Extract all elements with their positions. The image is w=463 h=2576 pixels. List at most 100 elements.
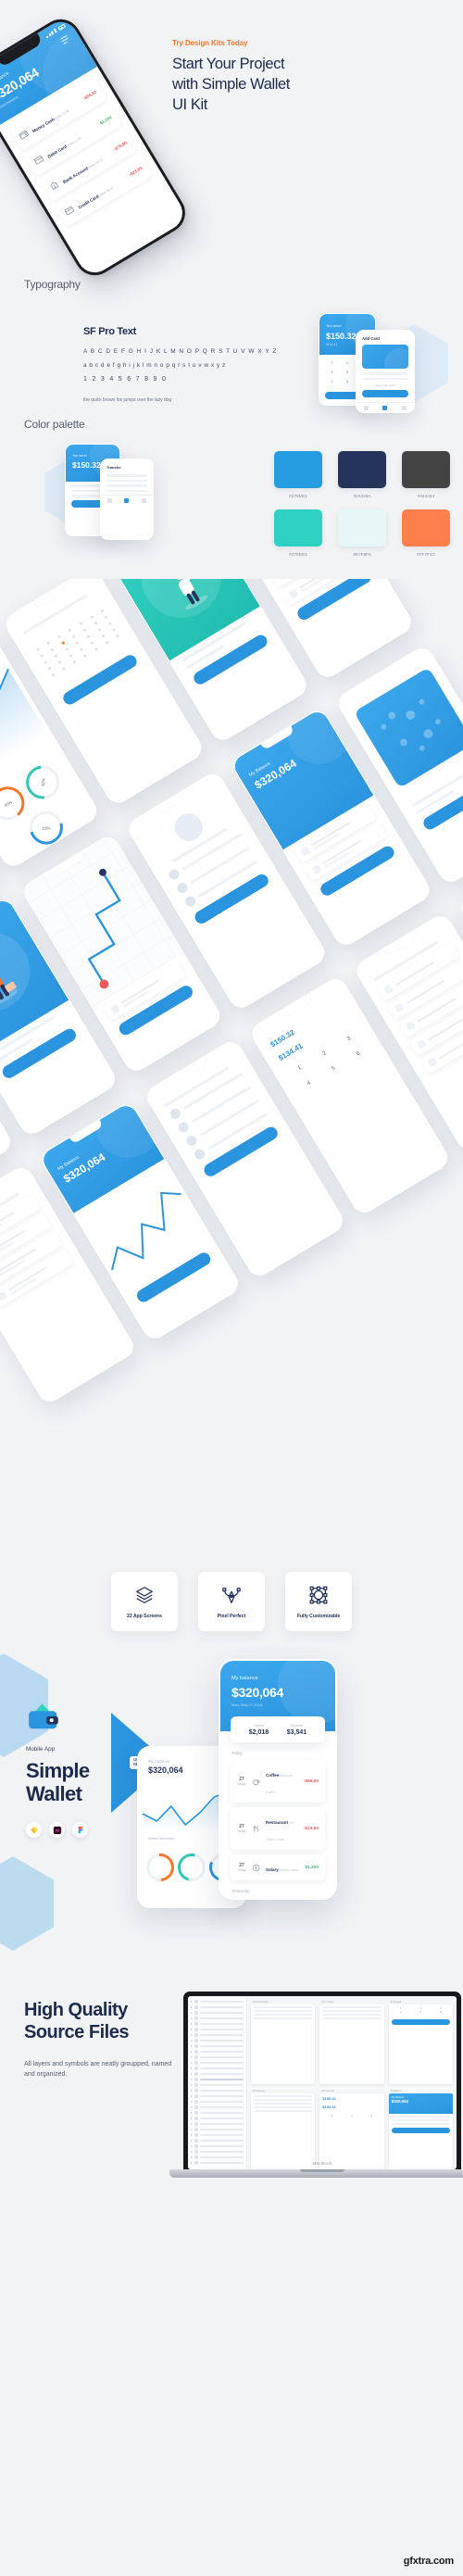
swatch[interactable]: #24345A [338,451,386,498]
ring-chart: 23% [23,805,69,851]
feature-card-screens: 22 App Screens [111,1572,178,1631]
laptop-brand-label: MacBook [312,2161,332,2166]
artboard[interactable]: 02 Contacts [319,2000,384,2084]
section-label-today: Today [232,1751,243,1755]
menu-icon[interactable] [60,34,69,45]
sketch-icon[interactable] [26,1822,42,1839]
row-name: Coffee [266,1773,280,1778]
typography-mockups: You send $150.32 €134.12 1 2 3 4 5 6 7 8… [306,313,454,413]
bank-icon [48,179,61,192]
row-name: Restaurant [266,1820,288,1825]
hexagon-decoration [0,1856,54,1951]
dot-grid [18,591,138,696]
brand-section: Mobile App Simple Wallet UI Kit Xd My ba… [0,1646,463,1966]
tab-cards-icon[interactable] [382,406,388,410]
layers-panel[interactable] [188,1996,247,2169]
converter-amount-a: $150.32 [322,2096,336,2101]
section-title-palette: Color palette [24,418,85,431]
laptop-mockup: 01 Transactions 02 Contacts 03 Keypad 12… [169,1992,463,2178]
tab-home-icon[interactable] [363,406,369,410]
artboard[interactable]: 03 Keypad 123456 [388,2000,453,2084]
key[interactable]: 8 [340,377,354,385]
feature-card-custom: Fully Customizable [285,1572,352,1631]
key[interactable]: 5 [340,368,354,376]
table-row[interactable]: 27 Today RestaurantThe Green House -$23,9… [231,1807,325,1850]
spent-label: Spent [254,1723,264,1728]
tool-icons: Xd [26,1822,137,1839]
swatch-color [402,451,450,488]
laptop-base: MacBook [169,2161,463,2178]
color-palette-section: Color palette You send $150.32 Transfer [0,412,463,579]
hero-headline: Start Your Project with Simple Wallet UI… [172,56,290,114]
feature-label: Pixel Perfect [217,1613,246,1619]
artboard[interactable]: 04 Category [251,2089,316,2169]
figma-icon[interactable] [72,1822,88,1839]
list-line [106,479,147,482]
phone-body: 9:41 My balance $320,064 Total balance M… [0,11,194,283]
key[interactable]: 2 [340,358,354,367]
item-amount: $1,200 [98,114,113,126]
artboard[interactable]: 01 Transactions [251,2000,316,2084]
swatch-hex: #279DE1 [289,552,307,557]
table-row[interactable]: 27 Today CoffeeStarbucks Coffee -$56,50 [231,1760,325,1803]
brand-kicker: Mobile App [26,1746,56,1753]
tab-bar[interactable] [101,495,153,507]
swatch[interactable]: #279DE1 [274,451,322,498]
transform-icon [308,1585,329,1605]
converter-amount-b: $134.41 [322,2105,336,2109]
phone-screen: 9:41 My balance $320,064 Total balance M… [0,15,189,280]
font-name: SF Pro Text [83,326,137,337]
scan-label: Scan Your Card [375,383,395,387]
key[interactable]: 7 [325,377,339,385]
swatch-color [338,451,386,488]
artboard[interactable]: 06 Balance My Balance $320,064 [388,2089,453,2169]
swatch[interactable]: #279DE1 [274,509,322,557]
screens-showcase-section: Security Code 1 2 3 4 5 6 7 8 9 [0,579,463,1561]
svg-text:Xd: Xd [55,1828,60,1832]
list-line [106,489,147,492]
tab-home-icon[interactable] [106,498,112,503]
key[interactable]: 1 [325,358,339,367]
ui-kit-presentation-page: 9:41 My balance $320,064 Total balance M… [0,0,463,2576]
coffee-icon [252,1778,260,1786]
isometric-screens-grid: Security Code 1 2 3 4 5 6 7 8 9 [0,579,463,1561]
feature-label: Fully Customizable [296,1613,341,1619]
artboard[interactable]: 05 Converter $150.32 $134.41 123 [319,2089,384,2169]
watermark: gfxtra.com [403,2556,454,2567]
income-label: Income [290,1723,304,1728]
card-icon [63,205,76,218]
artboard-canvas[interactable]: 01 Transactions 02 Contacts 03 Keypad 12… [247,1996,457,2169]
row-sub: Monthly salary [278,1868,299,1872]
item-name: Credit Card [77,194,100,210]
table-row[interactable]: 26Yest. CoffeeStarbucks Coffee -$56,50 [231,1898,325,1900]
swatch[interactable]: #E7F6F6 [338,509,386,557]
ring-chart: 32% [19,759,67,806]
swatch[interactable]: #FF7F4C [402,509,450,557]
key[interactable]: 4 [325,368,339,376]
swatch-color [338,509,386,547]
source-text-block: High Quality Source Files All layers and… [24,1999,183,2080]
input-line[interactable] [362,372,408,375]
wallet-icon [18,128,31,141]
list-line [106,474,147,477]
item-amount: -$56,50 [81,89,97,101]
mock-title: Transfer [106,465,121,470]
source-paragraph: All layers and symbols are neatly groupp… [24,2061,172,2078]
input-line[interactable] [362,377,408,380]
income-value: $3,541 [286,1729,307,1736]
glyphs-uppercase: A B C D E F G H I J K L M N O P Q R S T … [83,348,278,355]
addcard-button[interactable] [362,390,408,397]
balance-label: My balance [232,1676,258,1681]
item-desc: Today 12:30 [53,108,70,121]
tab-profile-icon[interactable] [402,406,407,410]
swatch[interactable]: #444444 [402,451,450,498]
swatch-color [274,451,322,488]
table-row[interactable]: 27 Today SalaryMonthly salary $1,200 [231,1854,325,1880]
list-line [106,484,147,487]
credit-card-visual [362,345,408,369]
tab-profile-icon[interactable] [142,498,147,503]
adobe-xd-icon[interactable]: Xd [49,1822,65,1839]
item-desc: Today 11:05 [65,135,82,148]
tab-stats-icon[interactable] [124,498,130,503]
row-date: 27 Today [237,1862,246,1872]
